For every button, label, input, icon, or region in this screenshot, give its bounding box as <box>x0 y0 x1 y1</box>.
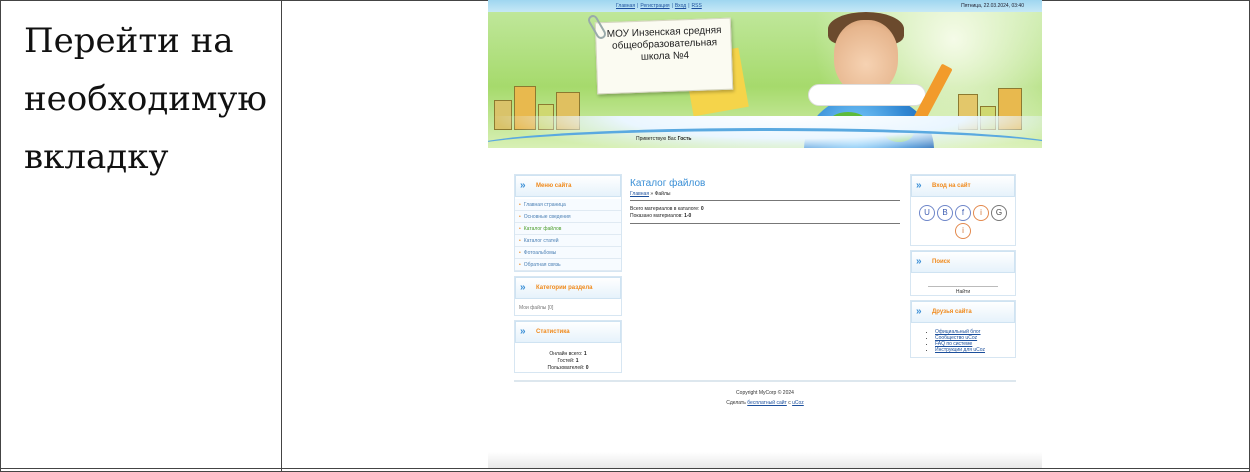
instruction-line-1: Перейти на <box>24 21 234 61</box>
arrow-icon: » <box>520 326 526 337</box>
friends-block: » Друзья сайта Официальный блог Сообщест… <box>910 300 1016 358</box>
menu-item-feedback[interactable]: • Обратная связь <box>515 259 621 271</box>
topnav-home-link[interactable]: Главная <box>616 0 635 12</box>
copyright: Copyright MyCorp © 2024 <box>736 390 794 396</box>
ok-login-icon[interactable]: i <box>955 223 971 239</box>
menu-item-file-catalog[interactable]: • Каталог файлов <box>515 223 621 235</box>
table-row-border <box>0 468 1250 469</box>
site-footer: Copyright MyCorp © 2024 Сделать бесплатн… <box>514 380 1016 408</box>
breadcrumb-home-link[interactable]: Главная <box>630 191 649 197</box>
topnav-register-link[interactable]: Регистрация <box>640 0 669 12</box>
categories-block: » Категории раздела Мои файлы [0] <box>514 276 622 316</box>
bullet-icon: • <box>519 202 521 208</box>
school-title: МОУ Инзенская средняя общеобразовательна… <box>606 24 722 63</box>
login-title: Вход на сайт <box>932 183 971 189</box>
left-sidebar: » Меню сайта • Главная страница • Основные… <box>514 174 622 377</box>
breadcrumb-current: Файлы <box>654 191 671 197</box>
catalog-info: Всего материалов в каталоге: 0 Показано … <box>630 201 900 224</box>
site-header-banner: МОУ Инзенская средняя общеобразовательна… <box>488 12 1042 148</box>
website-screenshot: Главная | Регистрация | Вход | RSS Пятни… <box>488 0 1042 468</box>
google-login-icon[interactable]: G <box>991 205 1007 221</box>
friend-link[interactable]: Инструкции для uCoz <box>935 347 985 353</box>
ucoz-login-icon[interactable]: U <box>919 205 935 221</box>
site-menu-block: » Меню сайта • Главная страница • Основные… <box>514 174 622 272</box>
search-title: Поиск <box>932 259 951 265</box>
statistics-block: » Статистика Онлайн всего: 1 Гостей: 1 П… <box>514 320 622 373</box>
site-topbar: Главная | Регистрация | Вход | RSS Пятни… <box>488 0 1042 12</box>
menu-item-article-catalog[interactable]: • Каталог статей <box>515 235 621 247</box>
date-time: Пятница, 22.03.2024, 03:40 <box>961 3 1024 9</box>
arrow-icon: » <box>520 282 526 293</box>
ucoz-link[interactable]: uCoz <box>792 400 804 406</box>
vk-login-icon[interactable]: B <box>937 205 953 221</box>
bullet-icon: • <box>519 226 521 232</box>
instruction-text: Перейти на необходимую вкладку <box>24 12 268 186</box>
statistics-values: Онлайн всего: 1 Гостей: 1 Пользователей:… <box>547 351 589 371</box>
greeting: Приветствую Вас Гость <box>636 136 692 142</box>
statistics-title: Статистика <box>536 329 570 335</box>
free-site-link[interactable]: бесплатный сайт <box>747 400 787 406</box>
menu-item-basic-info[interactable]: • Основные сведения <box>515 211 621 223</box>
bullet-icon: • <box>519 262 521 268</box>
login-block: » Вход на сайт U B f i G i <box>910 174 1016 246</box>
category-item[interactable]: Мои файлы [0] <box>515 301 621 315</box>
school-title-note: МОУ Инзенская средняя общеобразовательна… <box>594 17 734 95</box>
top-navigation: Главная | Регистрация | Вход | RSS <box>616 0 702 12</box>
page-title: Каталог файлов <box>630 178 706 189</box>
greeting-user: Гость <box>677 136 692 142</box>
bullet-icon: • <box>519 250 521 256</box>
search-block: » Поиск Найти <box>910 250 1016 296</box>
arrow-icon: » <box>520 180 526 191</box>
bullet-icon: • <box>519 238 521 244</box>
arrow-icon: » <box>916 306 922 317</box>
categories-title: Категории раздела <box>536 285 593 291</box>
odnoklassniki-login-icon[interactable]: i <box>973 205 989 221</box>
arrow-icon: » <box>916 256 922 267</box>
facebook-login-icon[interactable]: f <box>955 205 971 221</box>
bullet-icon: • <box>519 214 521 220</box>
breadcrumb: Главная » Файлы <box>630 191 900 201</box>
arrow-icon: » <box>916 180 922 191</box>
search-input[interactable] <box>928 279 998 287</box>
topnav-rss-link[interactable]: RSS <box>692 0 702 12</box>
friends-title: Друзья сайта <box>932 309 972 315</box>
search-button[interactable]: Найти <box>956 289 970 295</box>
main-content: Каталог файлов Главная » Файлы Всего мат… <box>630 174 900 224</box>
site-menu-title: Меню сайта <box>536 183 572 189</box>
menu-item-photo-albums[interactable]: • Фотоальбомы <box>515 247 621 259</box>
instruction-line-2: необходимую <box>24 79 268 119</box>
instruction-line-3: вкладку <box>24 137 169 177</box>
list-item: Инструкции для uCoz <box>935 347 1015 353</box>
topnav-login-link[interactable]: Вход <box>675 0 686 12</box>
content-area: » Меню сайта • Главная страница • Основные… <box>514 174 1016 404</box>
boy-illustration <box>834 20 898 94</box>
right-sidebar: » Вход на сайт U B f i G i » Поиск Найти… <box>910 174 1016 362</box>
table-column-divider <box>281 0 282 472</box>
friends-list: Официальный блог Сообщество uCoz FAQ по … <box>911 325 1015 357</box>
menu-item-home[interactable]: • Главная страница <box>515 199 621 211</box>
